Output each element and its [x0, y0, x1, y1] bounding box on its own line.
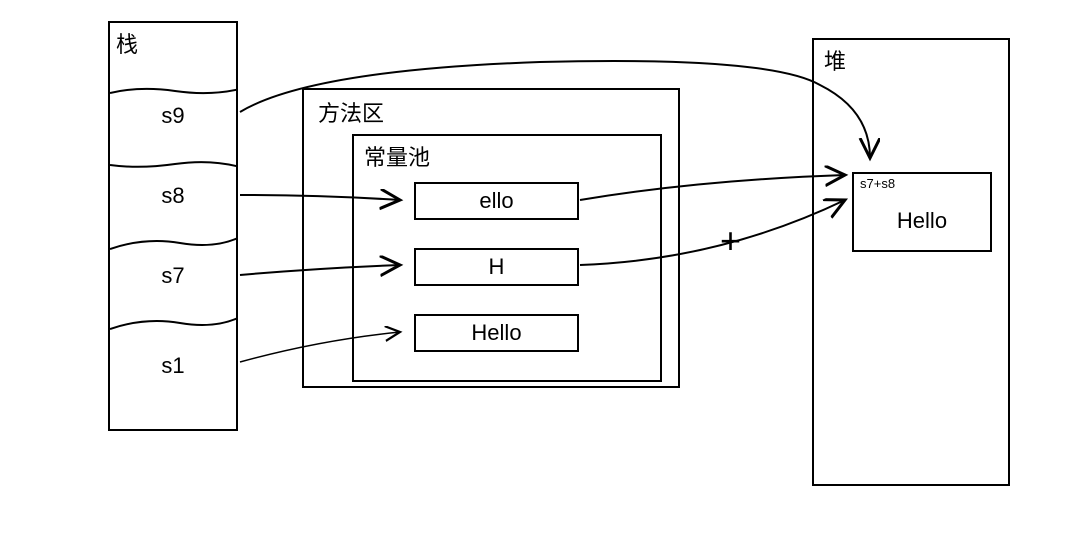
stack-container: 栈 s9 s8 s7 s1	[108, 21, 238, 431]
heap-object: s7+s8 Hello	[852, 172, 992, 252]
constant-pool: 常量池 ello H Hello	[352, 134, 662, 382]
method-area-title: 方法区	[318, 96, 384, 128]
method-area: 方法区 常量池 ello H Hello	[302, 88, 680, 388]
pool-item-h: H	[414, 248, 579, 286]
stack-cell-s9: s9	[110, 103, 236, 129]
stack-divider-1	[110, 81, 236, 101]
heap-title: 堆	[824, 44, 846, 76]
constant-pool-title: 常量池	[364, 140, 430, 172]
plus-operator: +	[720, 220, 741, 262]
stack-title: 栈	[116, 27, 138, 59]
stack-cell-s8: s8	[110, 183, 236, 209]
pool-item-ello: ello	[414, 182, 579, 220]
heap-container: 堆 s7+s8 Hello	[812, 38, 1010, 486]
heap-object-label: s7+s8	[860, 176, 895, 191]
stack-divider-2	[110, 155, 236, 175]
heap-object-value: Hello	[854, 208, 990, 234]
stack-divider-3	[110, 229, 236, 257]
stack-divider-4	[110, 311, 236, 337]
stack-cell-s7: s7	[110, 263, 236, 289]
pool-item-hello: Hello	[414, 314, 579, 352]
stack-cell-s1: s1	[110, 353, 236, 379]
